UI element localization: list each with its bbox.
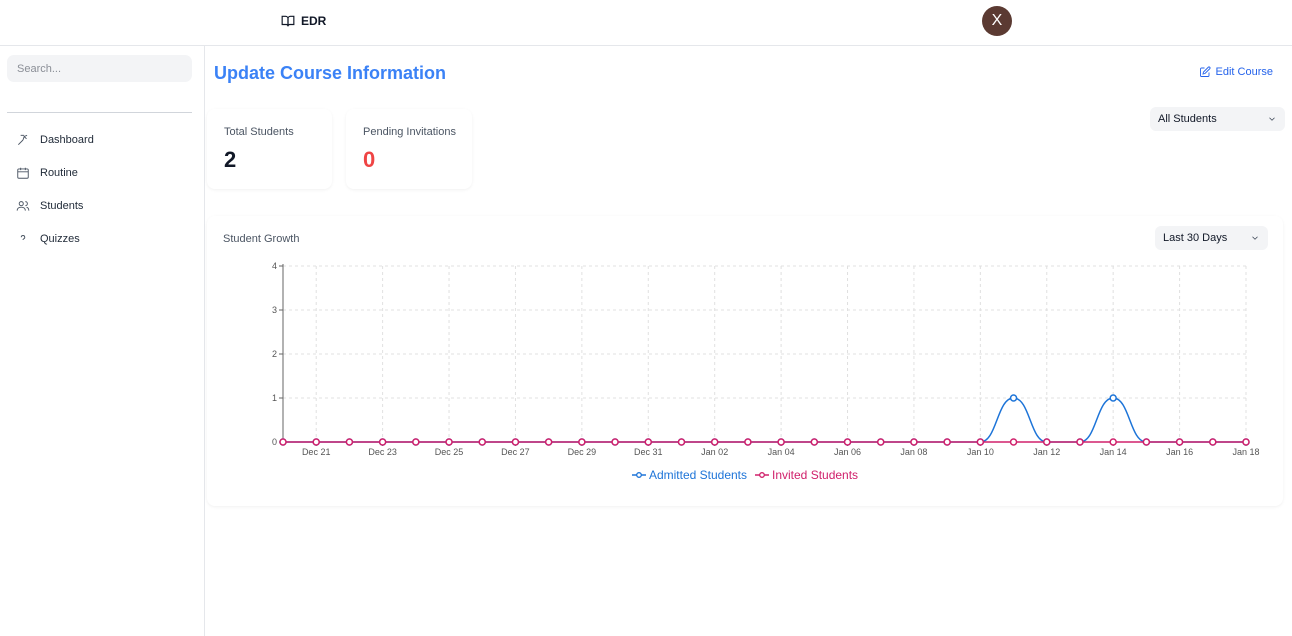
y-tick-label: 1 bbox=[272, 393, 277, 403]
x-tick-label: Dec 23 bbox=[368, 447, 397, 457]
data-point bbox=[478, 438, 486, 446]
edit-course-label: Edit Course bbox=[1215, 66, 1273, 78]
stat-card-pending-invitations: Pending Invitations 0 bbox=[346, 109, 472, 189]
data-point bbox=[445, 438, 453, 446]
data-point bbox=[910, 438, 918, 446]
avatar[interactable]: X bbox=[982, 6, 1012, 36]
data-point bbox=[710, 438, 719, 446]
book-open-icon bbox=[281, 15, 295, 27]
y-tick-label: 3 bbox=[272, 305, 277, 315]
sidebar-item-label: Routine bbox=[40, 166, 78, 179]
sidebar-item-dashboard[interactable]: Dashboard bbox=[16, 123, 94, 156]
edit-icon bbox=[1199, 66, 1211, 77]
sidebar-item-routine[interactable]: Routine bbox=[16, 156, 94, 189]
data-point bbox=[976, 438, 985, 446]
legend-label: Admitted Students bbox=[648, 468, 747, 482]
series-line-0 bbox=[283, 397, 1246, 443]
x-tick-label: Jan 12 bbox=[1033, 447, 1060, 457]
data-point bbox=[312, 438, 320, 446]
x-tick-label: Jan 06 bbox=[834, 447, 861, 457]
x-tick-label: Dec 25 bbox=[435, 447, 464, 457]
legend-swatch bbox=[631, 472, 646, 478]
stat-card-total-students: Total Students 2 bbox=[207, 109, 332, 189]
x-tick-label: Dec 21 bbox=[302, 447, 331, 457]
chart-legend: Admitted Students Invited Students bbox=[207, 468, 1283, 482]
data-point bbox=[544, 438, 553, 446]
data-point bbox=[810, 438, 819, 446]
data-point bbox=[1076, 438, 1084, 446]
question-icon bbox=[20, 234, 26, 243]
data-point bbox=[511, 438, 520, 446]
data-point bbox=[876, 438, 885, 446]
main-content: Update Course Information Edit Course Al… bbox=[205, 46, 1292, 636]
legend-label: Invited Students bbox=[772, 468, 859, 482]
stat-label: Pending Invitations bbox=[363, 126, 456, 138]
legend-swatch bbox=[755, 472, 769, 478]
edit-course-button[interactable]: Edit Course bbox=[1199, 66, 1273, 78]
stat-value: 0 bbox=[363, 147, 376, 172]
x-tick-label: Jan 08 bbox=[900, 447, 927, 457]
users-icon bbox=[16, 200, 30, 211]
x-tick-label: Jan 14 bbox=[1100, 447, 1127, 457]
data-point bbox=[1142, 438, 1151, 446]
x-tick-label: Jan 16 bbox=[1166, 447, 1193, 457]
chevron-down-icon bbox=[1269, 117, 1275, 121]
data-point bbox=[1109, 438, 1117, 446]
y-tick-label: 4 bbox=[272, 261, 277, 271]
search-input[interactable] bbox=[7, 55, 192, 82]
data-point bbox=[677, 438, 686, 446]
page-title: Update Course Information bbox=[214, 63, 447, 83]
sidebar: Dashboard Routine Students Quizzes bbox=[0, 46, 205, 636]
stat-label: Total Students bbox=[224, 126, 294, 138]
student-filter-select[interactable]: All Students bbox=[1150, 107, 1285, 131]
data-point bbox=[279, 438, 287, 446]
sidebar-divider bbox=[7, 112, 192, 113]
student-filter-value: All Students bbox=[1158, 113, 1217, 125]
x-tick-label: Jan 10 bbox=[967, 447, 994, 457]
data-point bbox=[843, 438, 852, 446]
x-tick-label: Dec 29 bbox=[568, 447, 597, 457]
y-tick-label: 2 bbox=[272, 349, 277, 359]
top-bar: EDR X bbox=[0, 0, 1292, 46]
student-growth-card: Student Growth Last 30 Days 0 1 2 3 4 Dec 21 D… bbox=[207, 216, 1283, 506]
stat-value: 2 bbox=[224, 147, 237, 172]
sidebar-item-label: Dashboard bbox=[40, 133, 94, 146]
legend-item[interactable]: Invited Students bbox=[755, 468, 858, 482]
sidebar-nav: Dashboard Routine Students Quizzes bbox=[16, 123, 94, 255]
data-point bbox=[943, 438, 951, 446]
x-tick-label: Jan 04 bbox=[768, 447, 795, 457]
data-point bbox=[1109, 394, 1117, 402]
student-growth-chart: 0 1 2 3 4 Dec 21 Dec 23 Dec 25 Dec 27 Dec 29 Dec 3… bbox=[272, 261, 1260, 457]
data-point bbox=[1242, 438, 1250, 446]
x-tick-label: Dec 31 bbox=[634, 447, 663, 457]
dashboard-icon bbox=[18, 134, 28, 145]
calendar-icon bbox=[17, 167, 29, 179]
data-point bbox=[644, 438, 653, 446]
sidebar-item-label: Quizzes bbox=[40, 232, 80, 245]
data-point bbox=[578, 438, 586, 446]
data-point bbox=[412, 438, 420, 446]
brand[interactable]: EDR bbox=[281, 14, 326, 28]
sidebar-item-students[interactable]: Students bbox=[16, 189, 94, 222]
x-tick-label: Jan 18 bbox=[1232, 447, 1259, 457]
data-point bbox=[378, 438, 387, 446]
data-point bbox=[1009, 394, 1018, 402]
sidebar-item-quizzes[interactable]: Quizzes bbox=[16, 222, 94, 255]
data-point bbox=[777, 438, 785, 446]
data-point bbox=[1209, 438, 1217, 446]
data-point bbox=[1009, 438, 1018, 446]
legend-item[interactable]: Admitted Students bbox=[631, 468, 747, 482]
data-point bbox=[1175, 438, 1184, 446]
data-point bbox=[1043, 438, 1051, 446]
sidebar-item-label: Students bbox=[40, 199, 84, 212]
data-point bbox=[611, 438, 619, 446]
y-tick-label: 0 bbox=[272, 437, 277, 447]
data-point bbox=[744, 438, 752, 446]
brand-name: EDR bbox=[301, 14, 327, 28]
x-tick-label: Jan 02 bbox=[701, 447, 728, 457]
data-point bbox=[345, 438, 354, 446]
x-tick-label: Dec 27 bbox=[501, 447, 530, 457]
